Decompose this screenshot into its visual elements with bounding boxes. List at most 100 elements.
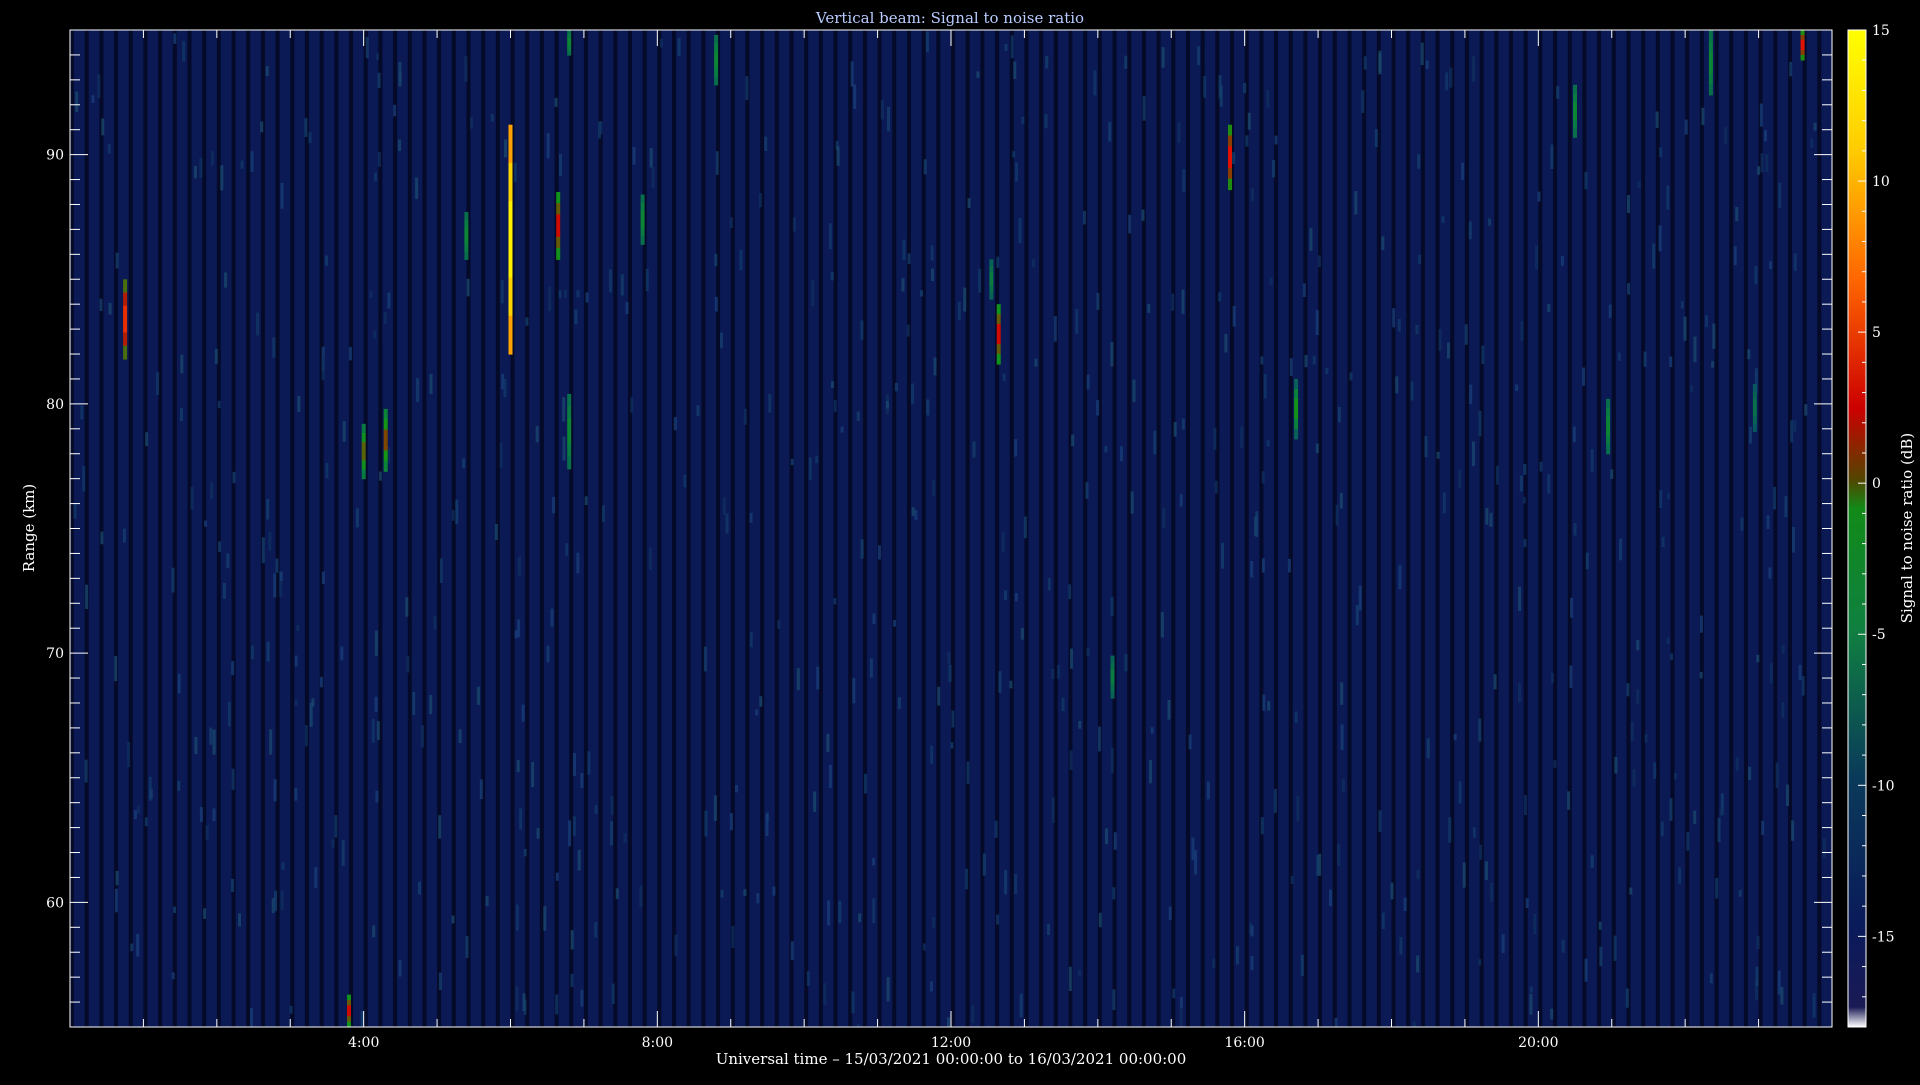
noise-speckle <box>311 698 315 707</box>
noise-speckle <box>806 971 810 986</box>
noise-speckle <box>950 742 954 749</box>
noise-speckle <box>1790 420 1794 443</box>
noise-speckle <box>1469 384 1473 404</box>
noise-speckle <box>555 994 559 1015</box>
echo-feature-segment <box>361 469 366 480</box>
noise-speckle <box>1010 35 1014 59</box>
noise-speckle <box>1266 89 1270 108</box>
noise-speckle <box>1561 939 1565 953</box>
noise-speckle <box>1655 111 1659 128</box>
noise-speckle <box>749 512 753 523</box>
noise-speckle <box>1485 507 1489 525</box>
noise-speckle <box>729 813 733 831</box>
noise-speckle <box>1250 956 1254 971</box>
noise-speckle <box>1678 867 1682 884</box>
gap-stripe <box>158 30 163 1027</box>
noise-speckle <box>204 520 208 527</box>
noise-speckle <box>1619 538 1623 561</box>
chart-title: Vertical beam: Signal to noise ratio <box>815 9 1084 27</box>
noise-speckle <box>1680 301 1684 309</box>
noise-speckle <box>552 496 556 514</box>
noise-speckle <box>790 941 794 961</box>
noise-speckle <box>1584 958 1588 982</box>
noise-speckle <box>1669 798 1673 821</box>
noise-speckle <box>1110 596 1114 616</box>
noise-speckle <box>173 906 176 913</box>
noise-speckle <box>878 545 881 560</box>
noise-speckle <box>887 106 890 132</box>
noise-speckle <box>325 462 329 479</box>
echo-feature-segment <box>640 227 645 237</box>
noise-speckle <box>85 584 89 609</box>
echo-feature-segment <box>1110 655 1115 664</box>
gap-stripe <box>1494 30 1499 1027</box>
noise-speckle <box>429 694 433 714</box>
noise-speckle <box>815 455 819 464</box>
noise-speckle <box>756 893 760 904</box>
noise-speckle <box>1755 966 1759 986</box>
noise-speckle <box>1051 797 1055 823</box>
noise-speckle <box>1213 427 1217 450</box>
noise-speckle <box>1002 373 1006 382</box>
colorbar-tick-label: 15 <box>1872 23 1890 39</box>
x-tick-label: 16:00 <box>1224 1035 1264 1051</box>
noise-speckle <box>1120 446 1123 462</box>
gap-stripe <box>657 30 662 1027</box>
noise-speckle <box>1599 946 1603 967</box>
noise-speckle <box>772 886 776 896</box>
gap-stripe <box>1303 30 1308 1027</box>
noise-speckle <box>1392 308 1396 328</box>
noise-speckle <box>503 378 507 398</box>
noise-speckle <box>97 74 101 99</box>
noise-speckle <box>1614 756 1618 774</box>
gap-stripe <box>275 30 280 1027</box>
noise-speckle <box>907 253 911 265</box>
noise-speckle <box>1425 60 1429 70</box>
echo-feature-segment <box>1606 435 1611 446</box>
noise-speckle <box>1068 584 1072 600</box>
echo-feature-segment <box>1294 378 1299 390</box>
echo-feature-segment <box>1606 444 1611 455</box>
noise-speckle <box>793 217 796 232</box>
noise-speckle <box>1086 647 1090 656</box>
noise-speckle <box>1719 808 1723 816</box>
noise-speckle <box>1553 760 1557 768</box>
noise-speckle <box>932 480 936 496</box>
noise-speckle <box>156 372 159 395</box>
noise-speckle <box>976 71 980 78</box>
noise-speckle <box>1250 188 1254 202</box>
noise-speckle <box>412 692 416 716</box>
gap-stripe <box>804 30 809 1027</box>
noise-speckle <box>1472 56 1475 82</box>
echo-feature-segment <box>361 423 366 434</box>
noise-speckle <box>231 878 234 892</box>
noise-speckle <box>375 53 379 60</box>
echo-feature-segment <box>556 192 561 204</box>
noise-speckle <box>1191 837 1195 861</box>
noise-speckle <box>1438 328 1442 351</box>
gap-stripe <box>774 30 779 1027</box>
noise-speckle <box>1248 1026 1252 1027</box>
noise-speckle <box>813 791 817 812</box>
echo-feature-segment <box>508 124 513 164</box>
noise-speckle <box>1069 750 1073 770</box>
noise-speckle <box>1670 653 1674 661</box>
noise-speckle <box>1458 781 1462 804</box>
gap-stripe <box>172 30 177 1027</box>
noise-speckle <box>1390 882 1394 900</box>
noise-speckle <box>1171 293 1175 311</box>
noise-speckle <box>1098 912 1102 928</box>
echo-feature-segment <box>1606 417 1611 427</box>
gap-stripe <box>1185 30 1190 1027</box>
gap-stripe <box>202 30 207 1027</box>
gap-stripe <box>877 30 882 1027</box>
gap-stripe <box>1435 30 1440 1027</box>
noise-speckle <box>220 165 224 191</box>
noise-speckle <box>1539 461 1543 472</box>
noise-speckle <box>1206 781 1210 800</box>
echo-feature-segment <box>1228 167 1232 180</box>
noise-speckle <box>429 374 433 394</box>
gap-stripe <box>1743 30 1748 1027</box>
gap-stripe <box>921 30 926 1027</box>
noise-speckle <box>269 729 273 755</box>
